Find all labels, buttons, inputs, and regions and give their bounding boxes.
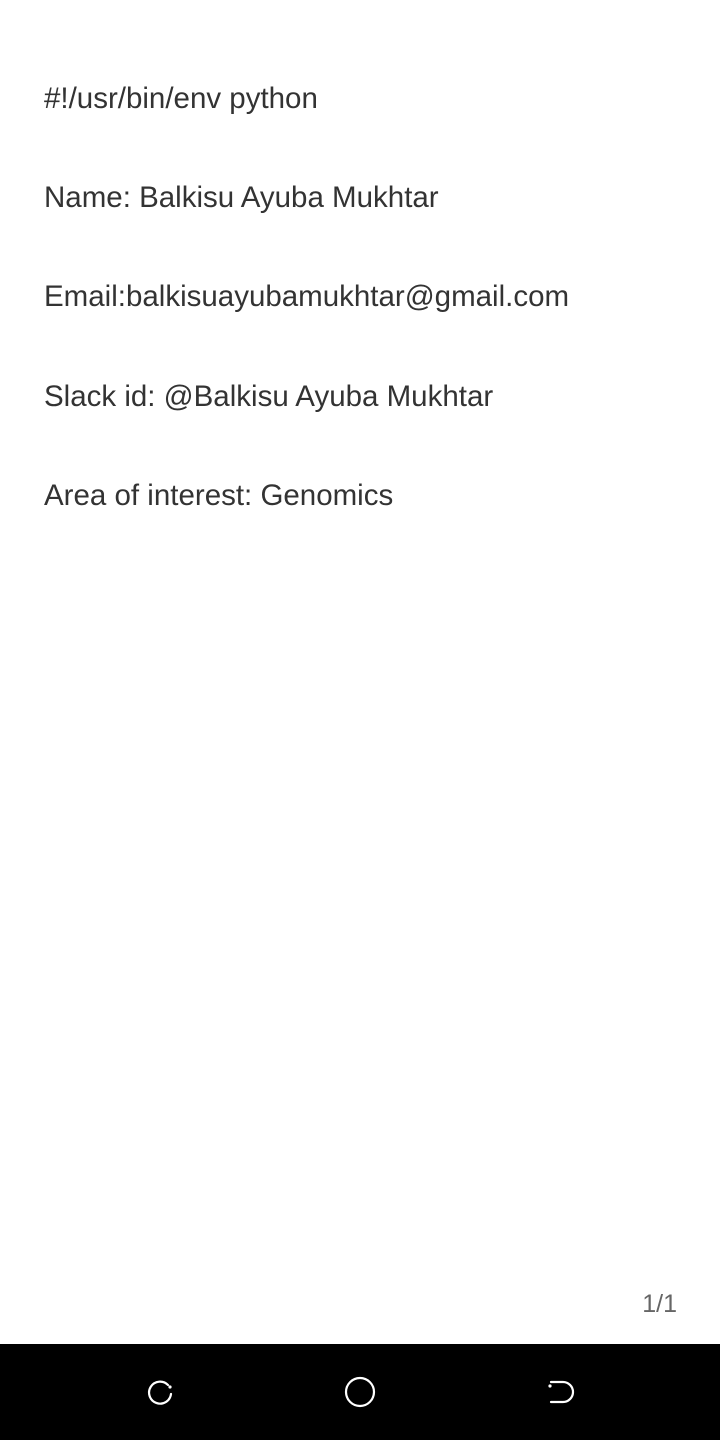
back-button[interactable] (540, 1372, 580, 1412)
text-line-slack-id: Slack id: @Balkisu Ayuba Mukhtar (44, 380, 494, 413)
back-icon (543, 1376, 577, 1408)
text-line-shebang: #!/usr/bin/env python (44, 82, 318, 115)
recent-apps-icon (144, 1376, 176, 1408)
home-button[interactable] (340, 1372, 380, 1412)
text-line-area-of-interest: Area of interest: Genomics (44, 479, 394, 512)
text-line-name: Name: Balkisu Ayuba Mukhtar (44, 181, 439, 214)
recent-apps-button[interactable] (140, 1372, 180, 1412)
page-indicator: 1/1 (642, 1290, 677, 1318)
system-navigation-bar (0, 1344, 720, 1440)
home-icon (343, 1375, 377, 1409)
text-line-email: Email:balkisuayubamukhtar@gmail.com (44, 280, 570, 313)
document-view: #!/usr/bin/env python Name: Balkisu Ayub… (0, 0, 720, 1344)
